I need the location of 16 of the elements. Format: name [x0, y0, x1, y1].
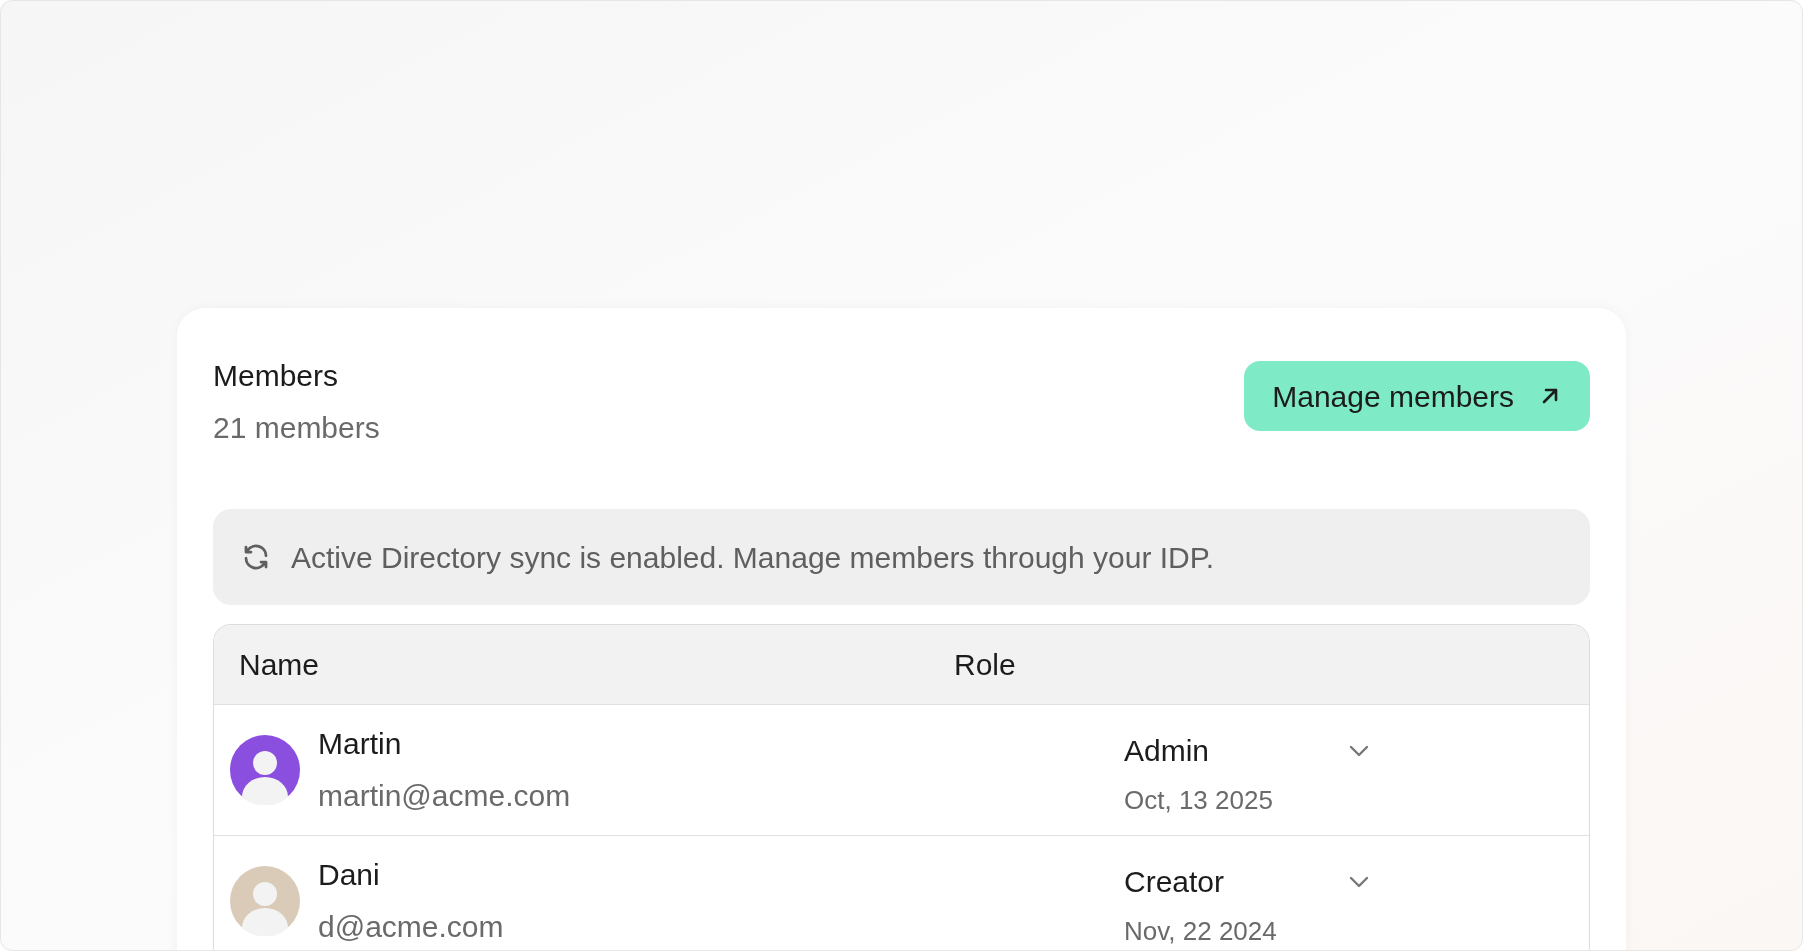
joined-date: Nov, 22 2024 — [1124, 914, 1278, 948]
member-count: 21 members — [213, 410, 380, 446]
member-email: d@acme.com — [318, 909, 505, 945]
member-name: Dani — [318, 857, 381, 893]
chevron-down-icon — [1348, 743, 1370, 758]
member-name: Martin — [318, 726, 403, 762]
sync-message: Active Directory sync is enabled. Manage members through your IDP. — [291, 539, 1215, 576]
section-title: Members — [213, 358, 340, 394]
column-header: Name — [239, 647, 321, 683]
member-email: martin@acme.com — [318, 778, 572, 814]
column-header: Role — [954, 647, 1016, 683]
joined-date: Oct, 13 2025 — [1124, 783, 1274, 817]
chevron-down-icon — [1348, 874, 1370, 889]
role-dropdown[interactable]: Creator — [1124, 863, 1394, 900]
role-dropdown[interactable]: Admin — [1124, 732, 1394, 769]
manage-members-button[interactable]: Manage members — [1244, 361, 1590, 431]
